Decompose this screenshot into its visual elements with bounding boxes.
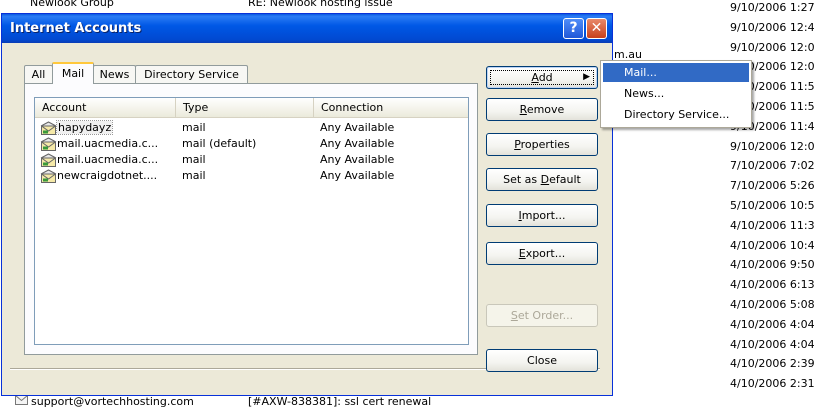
dialog-title: Internet Accounts (10, 21, 142, 36)
mail-account-icon (40, 121, 57, 135)
properties-button-label-rest: roperties (520, 138, 570, 151)
received-date: 4/10/2006 2:31 (730, 377, 815, 391)
mail-account-icon (40, 153, 57, 167)
import-button-label-rest: mport... (521, 209, 566, 222)
mail-account-icon (40, 169, 57, 183)
received-date: 9/10/2006 12:4 (730, 20, 815, 34)
received-date: 4/10/2006 11:3 (730, 218, 815, 232)
menu-item-directory-service[interactable]: Directory Service... (603, 105, 749, 124)
received-date: 9/10/2006 12:0 (730, 139, 815, 153)
title-bar[interactable]: Internet Accounts ? ✕ (2, 14, 612, 43)
received-date: 4/10/2006 5:08 (730, 298, 815, 311)
account-name: mail.uacmedia.c... (57, 152, 158, 168)
received-date: 4/10/2006 2:39 (730, 357, 815, 371)
received-date: 4/10/2006 4:04 (730, 337, 815, 351)
received-date: 4/10/2006 4:04 (730, 317, 815, 331)
mail-tab-panel: Account Type Connection hapydayz mail Any … (24, 83, 478, 355)
remove-button[interactable]: Remove (486, 98, 598, 121)
account-row[interactable]: hapydayz mail Any Available (35, 120, 468, 136)
menu-item-mail[interactable]: Mail... (603, 63, 749, 82)
import-button[interactable]: Import... (486, 204, 598, 227)
account-type: mail (182, 121, 206, 134)
close-button[interactable]: Close (486, 349, 598, 372)
set-order-button[interactable]: Set Order... (486, 304, 598, 327)
menu-item-news[interactable]: News... (603, 84, 749, 103)
export-button-accelerator: E (518, 247, 526, 260)
mail-sender: support@vortechhosting.com (31, 395, 194, 408)
envelope-icon (15, 395, 28, 405)
column-header-type[interactable]: Type (175, 98, 313, 118)
account-type: mail (182, 169, 206, 182)
focus-rectangle (490, 70, 594, 85)
account-name: mail.uacmedia.c... (57, 136, 158, 152)
account-list[interactable]: Account Type Connection hapydayz mail Any … (34, 97, 469, 345)
received-date: 4/10/2006 6:13 (730, 278, 815, 292)
column-header-account[interactable]: Account (35, 98, 175, 118)
received-date: 7/10/2006 7:02 (730, 159, 815, 173)
close-window-button[interactable]: ✕ (586, 18, 607, 39)
received-date: 4/10/2006 9:50 (730, 258, 815, 272)
internet-accounts-dialog: Internet Accounts ? ✕ All Mail News Dire… (1, 13, 613, 396)
account-type: mail (default) (182, 137, 257, 150)
received-date: 9/10/2006 12:0 (730, 40, 815, 54)
export-button-label-rest: xport... (525, 247, 566, 260)
account-row[interactable]: mail.uacmedia.c... mail Any Available (35, 152, 468, 168)
add-button[interactable]: Add ▶ (486, 66, 598, 89)
tab-directory-service[interactable]: Directory Service (135, 65, 248, 83)
tab-news[interactable]: News (93, 65, 136, 83)
properties-button[interactable]: Properties (486, 133, 598, 156)
received-date: 9/10/2006 1:27 (730, 1, 815, 14)
set-order-button-accelerator: S (510, 309, 518, 322)
account-name: newcraigdotnet.... (57, 168, 157, 184)
column-header-connection[interactable]: Connection (313, 98, 468, 118)
tab-all[interactable]: All (24, 65, 53, 83)
account-row[interactable]: newcraigdotnet.... mail Any Available (35, 168, 468, 184)
submenu-arrow-icon: ▶ (583, 72, 590, 82)
help-button[interactable]: ? (563, 18, 584, 39)
received-date: 4/10/2006 10:4 (730, 238, 815, 252)
export-button[interactable]: Export... (486, 242, 598, 265)
set-default-button-accelerator: D (540, 173, 550, 186)
account-row[interactable]: mail.uacmedia.c... mail (default) Any Avai… (35, 136, 468, 152)
set-order-button-label-rest: et Order... (517, 309, 574, 322)
account-connection: Any Available (320, 169, 395, 182)
account-type: mail (182, 153, 206, 166)
received-date: 5/10/2006 10:5 (730, 199, 815, 212)
mail-subject: RE: Newlook hosting issue (248, 0, 393, 9)
account-name-text: newcraigdotnet.... (57, 169, 158, 182)
add-account-menu: Mail... News... Directory Service... (600, 60, 752, 128)
set-as-default-button[interactable]: Set as Default (486, 168, 598, 191)
set-default-button-label-rest: efault (549, 173, 581, 186)
received-date: 7/10/2006 5:26 (730, 179, 815, 193)
account-name-text: mail.uacmedia.c... (57, 137, 159, 150)
set-default-button-label: Set as (503, 173, 541, 186)
remove-button-label-rest: emove (526, 103, 565, 116)
account-connection: Any Available (320, 121, 395, 134)
remove-button-accelerator: R (519, 103, 527, 116)
account-connection: Any Available (320, 137, 395, 150)
account-name-text: mail.uacmedia.c... (57, 153, 159, 166)
mail-account-icon (40, 137, 57, 151)
account-name-text: hapydayz (55, 120, 114, 135)
mail-sender: Newlook Group (30, 0, 114, 9)
account-name: hapydayz (55, 120, 114, 136)
mail-subject: [#AXW-838381]: ssl cert renewal (248, 395, 432, 408)
tab-mail[interactable]: Mail (52, 62, 94, 84)
account-connection: Any Available (320, 153, 395, 166)
